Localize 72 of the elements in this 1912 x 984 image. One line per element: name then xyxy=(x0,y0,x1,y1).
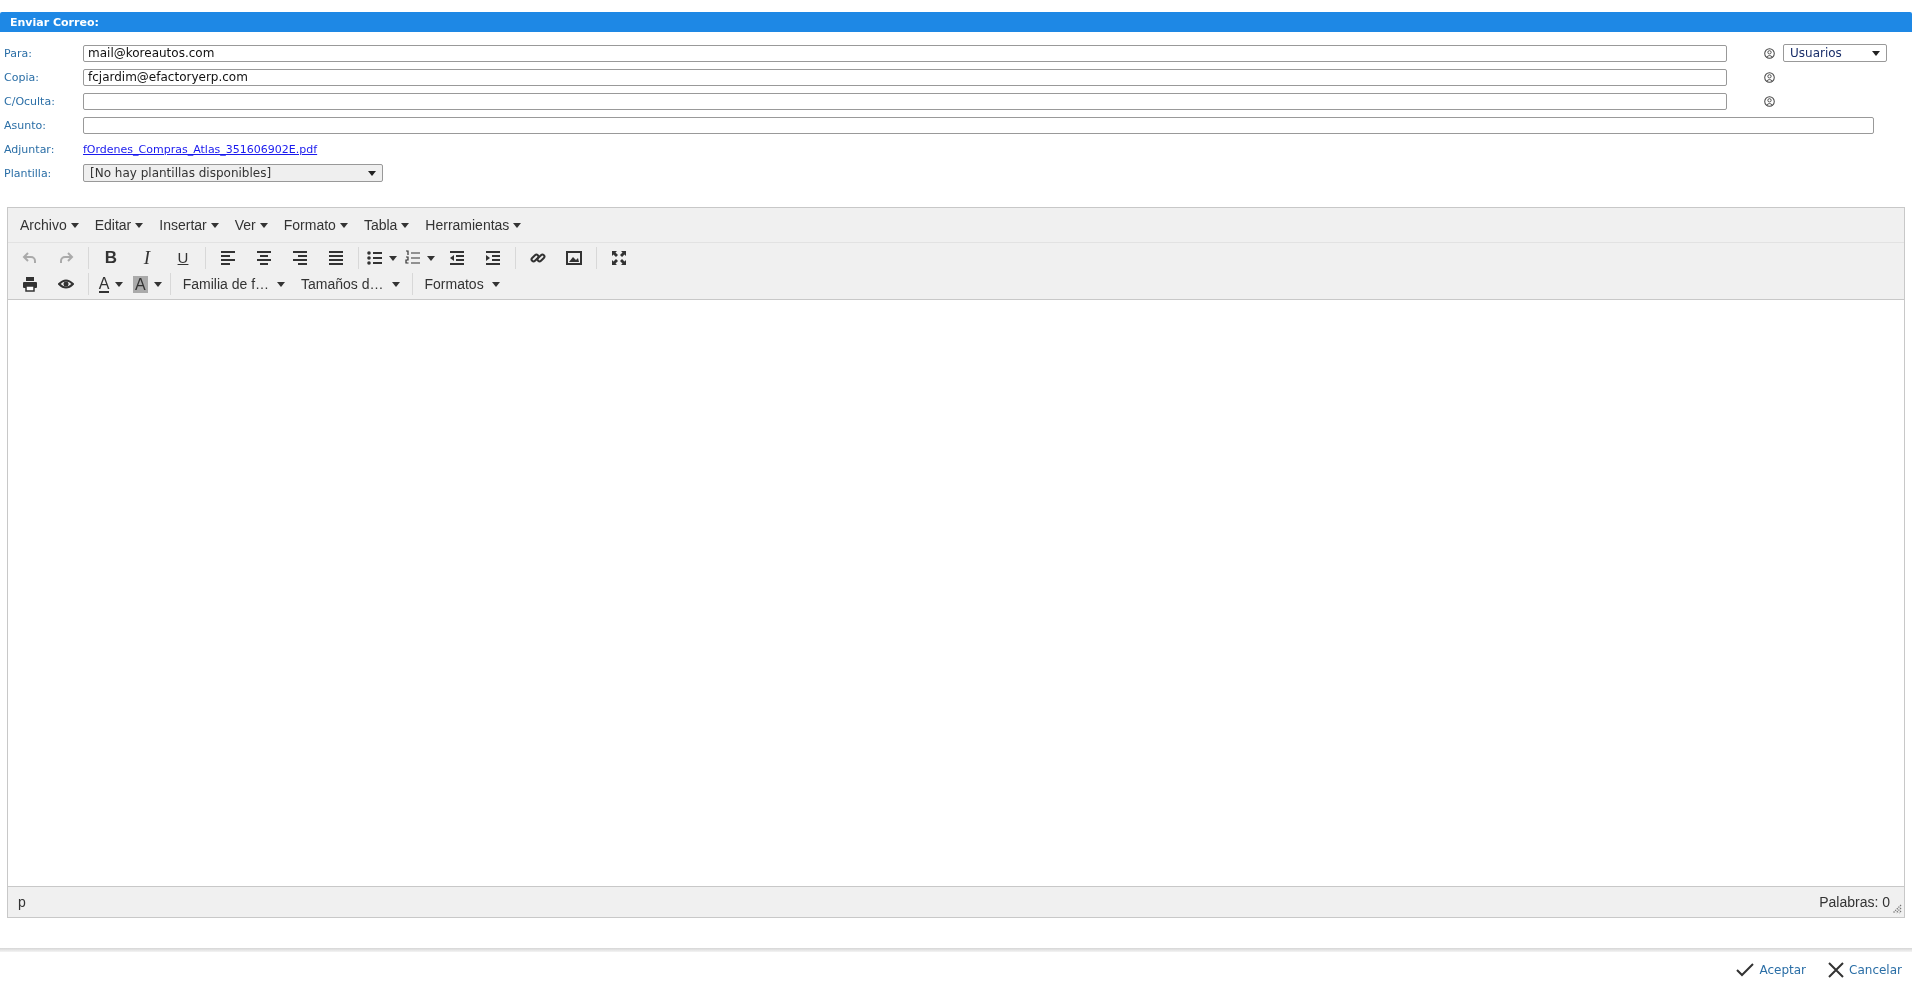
cancel-button[interactable]: Cancelar xyxy=(1824,962,1906,978)
outdent-icon xyxy=(449,250,465,266)
attachment-link[interactable]: fOrdenes_Compras_Atlas_351606902E.pdf xyxy=(83,142,318,156)
field-label: C/Oculta: xyxy=(3,94,56,108)
undo-icon xyxy=(22,250,38,266)
contact-picker-button[interactable] xyxy=(1764,71,1775,83)
user-type-dropdown[interactable]: Usuarios xyxy=(1783,44,1887,62)
text-color-button[interactable]: A xyxy=(93,272,129,296)
justify-icon xyxy=(328,250,344,266)
redo-icon xyxy=(58,250,74,266)
link-icon xyxy=(530,250,546,266)
caret-icon xyxy=(153,281,162,287)
background-color-button[interactable]: A xyxy=(129,272,166,296)
caret-icon xyxy=(70,222,79,228)
menu-item[interactable]: Insertar xyxy=(151,211,227,239)
person-circle-icon xyxy=(1764,47,1775,59)
numbered-list-icon xyxy=(405,250,421,266)
contact-picker-button[interactable] xyxy=(1764,95,1775,107)
menu-item[interactable]: Tabla xyxy=(355,211,418,239)
menu-item[interactable]: Herramientas xyxy=(417,211,530,239)
person-circle-icon xyxy=(1764,71,1775,83)
caret-icon xyxy=(401,222,410,228)
email-field[interactable]: mail@koreautos.com xyxy=(83,44,1727,62)
close-icon xyxy=(1828,962,1845,978)
italic-button[interactable]: I xyxy=(129,246,165,270)
caret-icon xyxy=(391,281,400,287)
menu-item[interactable]: Editar xyxy=(86,211,152,239)
toolbar-dropdown[interactable]: Formatos xyxy=(416,272,508,296)
word-count: Palabras: 0 xyxy=(1819,894,1890,910)
align-right-icon xyxy=(292,250,308,266)
subject-field[interactable] xyxy=(83,116,1874,134)
caret-icon xyxy=(491,281,500,287)
contact-picker-button[interactable] xyxy=(1764,47,1775,59)
align-left-icon xyxy=(220,250,236,266)
caret-icon xyxy=(339,222,348,228)
caret-icon xyxy=(389,255,397,261)
menu-item[interactable]: Archivo xyxy=(12,211,87,239)
align-center-icon xyxy=(256,250,272,266)
underline-button[interactable]: U xyxy=(165,246,201,270)
toolbar-dropdown[interactable]: Familia de f… xyxy=(174,272,294,296)
caret-icon xyxy=(210,222,219,228)
resize-handle-icon xyxy=(1892,904,1902,914)
caret-icon xyxy=(427,255,435,261)
check-icon xyxy=(1736,962,1755,978)
element-path: p xyxy=(18,894,26,910)
bold-button[interactable]: B xyxy=(93,246,129,270)
caret-icon xyxy=(513,222,522,228)
field-label: Adjuntar: xyxy=(3,142,56,156)
email-field[interactable] xyxy=(83,92,1727,110)
bullet-list-icon xyxy=(367,250,383,266)
menu-item[interactable]: Formato xyxy=(275,211,356,239)
fullscreen-icon xyxy=(611,250,627,266)
field-label: Asunto: xyxy=(3,118,47,132)
caret-icon xyxy=(259,222,268,228)
email-field[interactable]: fcjardim@efactoryerp.com xyxy=(83,68,1727,86)
caret-icon xyxy=(135,222,144,228)
toolbar-dropdown[interactable]: Tamaños d… xyxy=(293,272,408,296)
caret-icon xyxy=(277,281,286,287)
printer-icon xyxy=(22,276,38,292)
caret-icon xyxy=(115,281,124,287)
field-label: Copia: xyxy=(3,70,40,84)
template-dropdown[interactable]: [No hay plantillas disponibles] xyxy=(83,164,383,182)
caret-icon xyxy=(368,170,376,176)
form-title: Enviar Correo: xyxy=(10,15,99,29)
accept-button[interactable]: Aceptar xyxy=(1732,962,1811,978)
field-label: Plantilla: xyxy=(3,166,53,180)
image-icon xyxy=(566,250,582,266)
caret-icon xyxy=(1872,50,1880,56)
person-circle-icon xyxy=(1764,95,1775,107)
menu-item[interactable]: Ver xyxy=(226,211,276,239)
indent-icon xyxy=(485,250,501,266)
field-label: Para: xyxy=(3,46,33,60)
